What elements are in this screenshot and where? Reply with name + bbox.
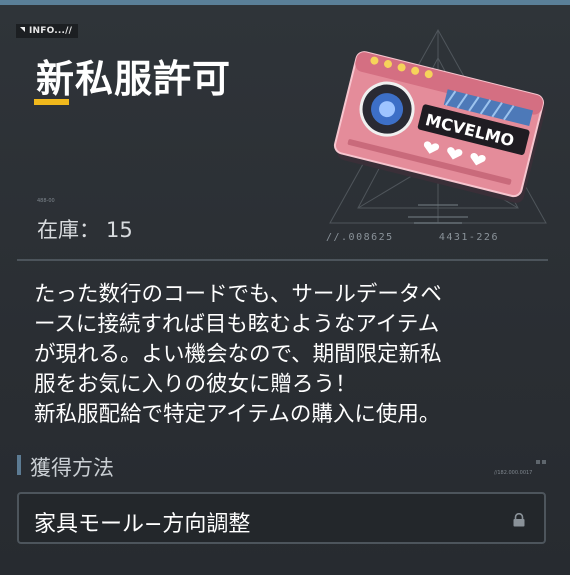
item-description: たった数行のコードでも、サールデータベ ースに接続すれば目も眩むようなアイテム … bbox=[34, 280, 544, 430]
item-codes: //.008625 4431-226 bbox=[326, 232, 499, 243]
description-line: たった数行のコードでも、サールデータベ bbox=[34, 282, 442, 307]
stock-value: 15 bbox=[106, 218, 133, 242]
decorative-dots bbox=[536, 449, 548, 464]
item-serial: 488-00 bbox=[37, 198, 55, 204]
lock-icon bbox=[513, 513, 525, 527]
description-line: が現れる。よい機会なので、期間限定新私 bbox=[34, 342, 442, 367]
info-tag-label: INFO...// bbox=[29, 26, 73, 36]
acquisition-serial: //182.000.0017 bbox=[494, 470, 533, 476]
description-line: ースに接続すれば目も眩むようなアイテム bbox=[34, 312, 440, 337]
stock-count: 在庫： 15 bbox=[37, 214, 133, 244]
ticket-icon: MCVELMO bbox=[329, 28, 547, 224]
stock-label: 在庫： bbox=[37, 218, 100, 242]
section-divider bbox=[17, 259, 548, 261]
acquisition-source-button[interactable]: 家具モール−方向調整 bbox=[17, 492, 546, 544]
code-right: 4431-226 bbox=[438, 232, 499, 243]
acquisition-title: 獲得方法 bbox=[30, 456, 114, 480]
acquisition-marker bbox=[17, 455, 21, 475]
info-tag: INFO...// bbox=[16, 24, 79, 38]
title-accent-bar bbox=[34, 99, 69, 105]
description-line: 新私服配給で特定アイテムの購入に使用。 bbox=[34, 402, 441, 427]
acquisition-source-label: 家具モール−方向調整 bbox=[34, 512, 251, 537]
item-title: 新私服許可 bbox=[36, 57, 232, 101]
description-line: 服をお気に入りの彼女に贈ろう！ bbox=[34, 372, 357, 397]
code-left: //.008625 bbox=[326, 232, 394, 243]
